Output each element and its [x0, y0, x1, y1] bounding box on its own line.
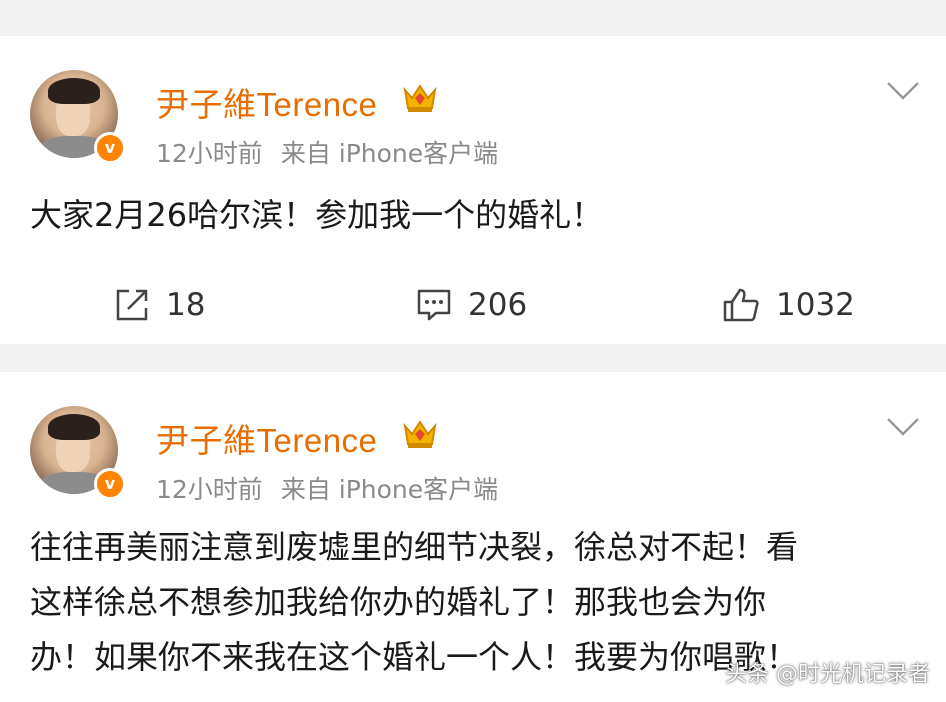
post-meta: 12小时前 来自 iPhone客户端: [156, 134, 516, 170]
share-button[interactable]: 18: [114, 280, 205, 330]
comment-count: 206: [468, 287, 528, 323]
avatar[interactable]: v: [30, 406, 126, 500]
post-actions: 18 206 1032: [0, 280, 946, 330]
comment-button[interactable]: 206: [416, 280, 527, 330]
username[interactable]: 尹子維Terence: [156, 414, 377, 462]
weibo-post-1: v 尹子維Terence 12小时前 来自 iPhone客户端 大家2月26哈尔滨…: [0, 36, 946, 344]
like-button[interactable]: 1032: [722, 280, 855, 330]
verified-icon: v: [94, 132, 126, 164]
post-content-line: 往往再美丽注意到废墟里的细节决裂，徐总对不起！看: [30, 528, 799, 566]
weibo-post-2: v 尹子維Terence 12小时前 来自 iPhone客户端 往往再美丽注意到废…: [0, 372, 946, 702]
username[interactable]: 尹子維Terence: [156, 78, 377, 126]
chevron-down-icon[interactable]: [886, 416, 920, 438]
chevron-down-icon[interactable]: [886, 80, 920, 102]
post-time: 12小时前: [156, 139, 263, 168]
post-source: 来自 iPhone客户端: [280, 139, 499, 168]
verified-icon: v: [94, 468, 126, 500]
like-count: 1032: [776, 287, 855, 323]
post-content-line: 这样徐总不想参加我给你办的婚礼了！那我也会为你: [30, 583, 767, 621]
watermark: 头条 @时光机记录者: [725, 662, 930, 687]
comment-icon: [417, 289, 451, 321]
share-icon: [116, 289, 148, 321]
post-content: 大家2月26哈尔滨！参加我一个的婚礼！: [30, 196, 604, 234]
avatar[interactable]: v: [30, 70, 126, 164]
share-count: 18: [166, 287, 206, 323]
post-meta: 12小时前 来自 iPhone客户端: [156, 470, 516, 506]
crown-icon: [403, 420, 437, 448]
thumbs-up-icon: [723, 288, 759, 322]
crown-icon: [403, 84, 437, 112]
post-time: 12小时前: [156, 475, 263, 504]
post-source: 来自 iPhone客户端: [280, 475, 499, 504]
